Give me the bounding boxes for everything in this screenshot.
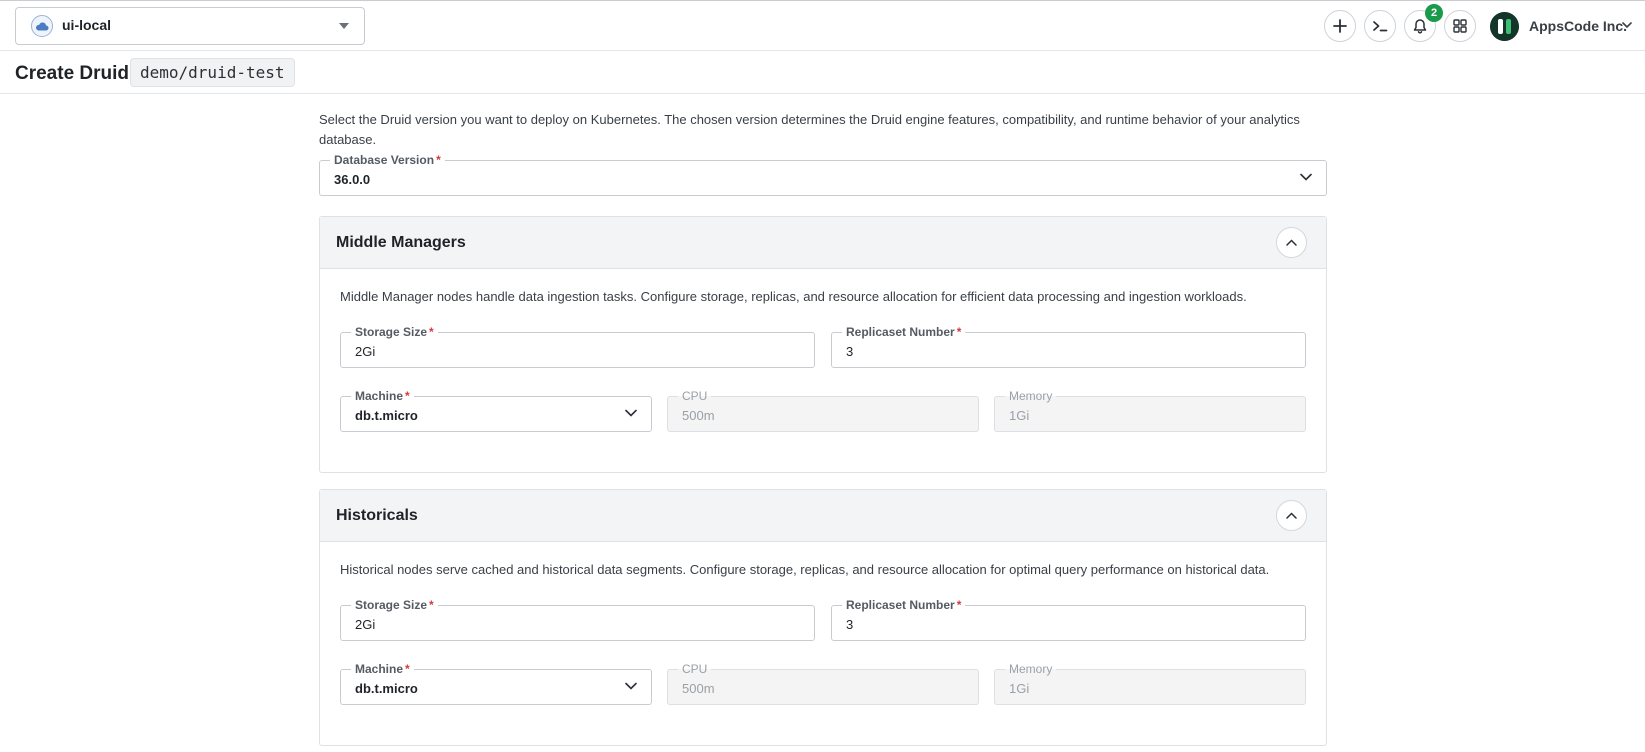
organization-name[interactable]: AppsCode Inc.	[1529, 18, 1627, 34]
cpu-field: CPU 500m	[667, 388, 979, 432]
cpu-label: CPU	[678, 388, 712, 404]
database-version-label: Database Version *	[330, 152, 445, 168]
cpu-label: CPU	[678, 661, 712, 677]
organization-avatar[interactable]	[1490, 12, 1519, 41]
cloud-icon	[31, 15, 53, 37]
replicaset-number-input[interactable]: Replicaset Number * 3	[831, 597, 1306, 641]
memory-value: 1Gi	[1009, 681, 1030, 696]
bell-icon	[1413, 19, 1427, 34]
chevron-up-icon	[1286, 512, 1297, 519]
cluster-selector[interactable]: ui-local	[15, 7, 365, 45]
chevron-down-icon	[625, 409, 637, 417]
cpu-value: 500m	[682, 681, 715, 696]
terminal-button[interactable]	[1364, 10, 1396, 42]
grid-icon	[1453, 19, 1467, 33]
collapse-button[interactable]	[1276, 500, 1307, 531]
chevron-up-icon	[1286, 239, 1297, 246]
plus-icon	[1333, 19, 1347, 33]
section-title: Historicals	[336, 507, 418, 524]
storage-size-label: Storage Size *	[351, 597, 438, 613]
machine-select[interactable]: Machine * db.t.micro	[340, 388, 652, 432]
database-version-value: 36.0.0	[334, 172, 371, 187]
machine-value: db.t.micro	[355, 681, 418, 696]
section-header[interactable]: Middle Managers	[320, 217, 1326, 269]
database-version-select[interactable]: Database Version * 36.0.0	[319, 152, 1327, 196]
memory-field: Memory 1Gi	[994, 661, 1306, 705]
machine-label: Machine *	[351, 388, 414, 404]
middle-managers-section: Middle Managers Middle Manager nodes han…	[319, 216, 1327, 473]
replicaset-number-label: Replicaset Number *	[842, 597, 966, 613]
section-title: Middle Managers	[336, 234, 466, 251]
terminal-icon	[1373, 21, 1388, 32]
chevron-down-icon	[625, 682, 637, 690]
memory-field: Memory 1Gi	[994, 388, 1306, 432]
collapse-button[interactable]	[1276, 227, 1307, 258]
memory-label: Memory	[1005, 661, 1057, 677]
storage-size-input[interactable]: Storage Size * 2Gi	[340, 597, 815, 641]
cpu-value: 500m	[682, 408, 715, 423]
page-header: Create Druid : demo/druid-test	[0, 52, 1645, 94]
replicaset-number-input[interactable]: Replicaset Number * 3	[831, 324, 1306, 368]
machine-value: db.t.micro	[355, 408, 418, 423]
memory-label: Memory	[1005, 388, 1057, 404]
intro-text: Select the Druid version you want to dep…	[319, 112, 1300, 147]
page-title: Create Druid :	[15, 63, 141, 84]
top-bar: ui-local 2 AppsCode Inc.	[0, 0, 1645, 51]
section-description: Middle Manager nodes handle data ingesti…	[340, 289, 1247, 304]
section-header[interactable]: Historicals	[320, 490, 1326, 542]
add-button[interactable]	[1324, 10, 1356, 42]
storage-size-value: 2Gi	[355, 344, 376, 359]
replicaset-number-value: 3	[846, 617, 854, 632]
historicals-section: Historicals Historical nodes serve cache…	[319, 489, 1327, 746]
memory-value: 1Gi	[1009, 408, 1030, 423]
replicaset-number-label: Replicaset Number *	[842, 324, 966, 340]
storage-size-label: Storage Size *	[351, 324, 438, 340]
resource-name-badge: demo/druid-test	[130, 58, 295, 87]
chevron-down-icon	[1300, 173, 1312, 181]
storage-size-input[interactable]: Storage Size * 2Gi	[340, 324, 815, 368]
chevron-down-icon[interactable]	[1622, 21, 1632, 29]
section-description: Historical nodes serve cached and histor…	[340, 562, 1270, 577]
machine-label: Machine *	[351, 661, 414, 677]
cluster-name: ui-local	[62, 17, 112, 33]
apps-button[interactable]	[1444, 10, 1476, 42]
cpu-field: CPU 500m	[667, 661, 979, 705]
caret-down-icon	[339, 23, 349, 29]
replicaset-number-value: 3	[846, 344, 854, 359]
storage-size-value: 2Gi	[355, 617, 376, 632]
machine-select[interactable]: Machine * db.t.micro	[340, 661, 652, 705]
notification-count-badge: 2	[1425, 4, 1443, 22]
